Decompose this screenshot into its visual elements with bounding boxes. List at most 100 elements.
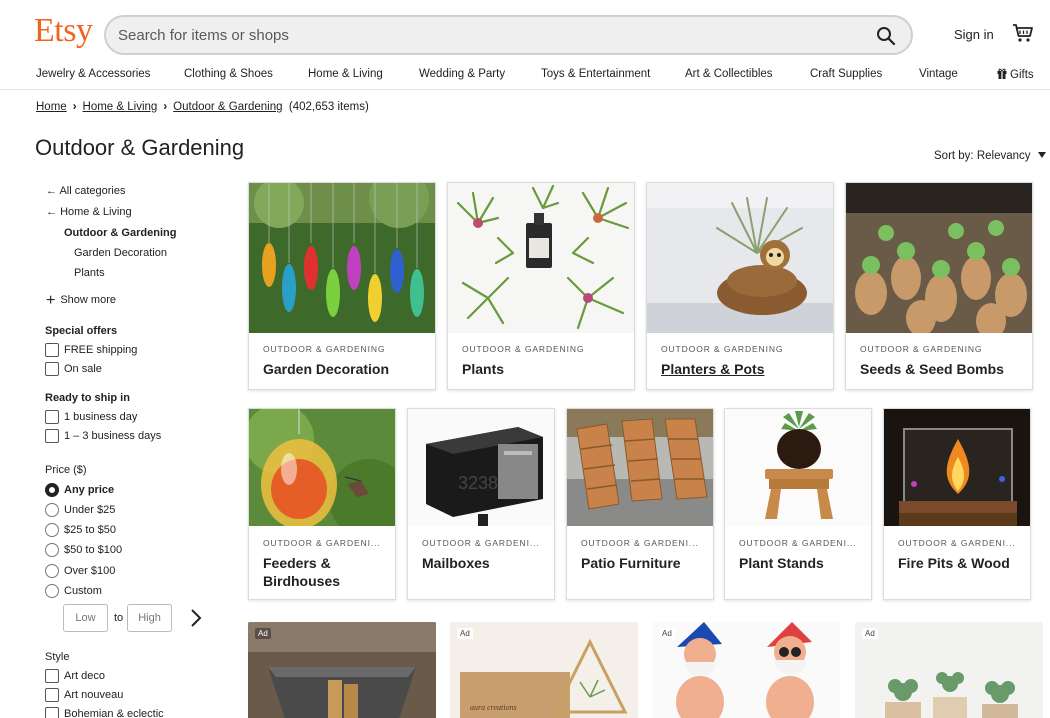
50-100-radio[interactable] xyxy=(45,543,59,557)
one-three-days-label: 1 – 3 business days xyxy=(64,430,162,442)
nav-item-clothing[interactable]: Clothing & Shoes xyxy=(184,68,273,80)
ad-badge: Ad xyxy=(659,628,675,639)
ad-card-terrarium[interactable]: aura creations Ad xyxy=(450,622,638,718)
card-title: Mailboxes xyxy=(422,555,490,571)
card-category-label: OUTDOOR & GARDENING xyxy=(462,344,585,354)
card-title: Garden Decoration xyxy=(263,361,390,377)
price-low-input[interactable] xyxy=(63,604,108,632)
card-title: Patio Furniture xyxy=(581,555,681,571)
ad-succulents-image xyxy=(855,622,1043,718)
nav-item-wedding[interactable]: Wedding & Party xyxy=(419,68,505,80)
mailboxes-image: 3238 xyxy=(408,409,554,526)
under-25-label: Under $25 xyxy=(64,504,116,516)
nav-item-toys[interactable]: Toys & Entertainment xyxy=(541,68,650,80)
plant-stands-image xyxy=(725,409,871,526)
card-title: Plant Stands xyxy=(739,555,824,571)
category-card-patio-furniture[interactable]: OUTDOOR & GARDENI... Patio Furniture xyxy=(566,408,714,600)
category-card-fire-pits[interactable]: OUTDOOR & GARDENI... Fire Pits & Wood xyxy=(883,408,1031,600)
nav-item-home-living[interactable]: Home & Living xyxy=(308,68,383,80)
gift-icon xyxy=(997,68,1007,79)
nav-item-craft[interactable]: Craft Supplies xyxy=(810,68,882,80)
bohemian-label: Bohemian & eclectic xyxy=(64,708,164,718)
breadcrumb-home[interactable]: Home xyxy=(36,101,67,113)
show-more-label: Show more xyxy=(60,294,116,306)
plants-image xyxy=(448,183,634,333)
category-card-feeders[interactable]: OUTDOOR & GARDENI... Feeders & Birdhouse… xyxy=(248,408,396,600)
item-count: (402,653 items) xyxy=(288,101,369,113)
seeds-image xyxy=(846,183,1032,333)
breadcrumb-outdoor[interactable]: Outdoor & Gardening xyxy=(173,101,282,113)
category-card-seeds[interactable]: OUTDOOR & GARDENING Seeds & Seed Bombs xyxy=(845,182,1033,390)
category-card-plant-stands[interactable]: OUTDOOR & GARDENI... Plant Stands xyxy=(724,408,872,600)
special-offers-heading: Special offers xyxy=(45,325,118,337)
card-title: Plants xyxy=(462,361,505,377)
patio-furniture-image xyxy=(567,409,713,526)
breadcrumb-separator: › xyxy=(72,101,77,113)
cart-icon xyxy=(1013,24,1033,42)
home-living-label: Home & Living xyxy=(60,206,132,218)
free-shipping-checkbox[interactable] xyxy=(45,343,59,357)
category-card-garden-decoration[interactable]: OUTDOOR & GARDENING Garden Decoration xyxy=(248,182,436,390)
ad-badge: Ad xyxy=(457,628,473,639)
price-submit-button[interactable] xyxy=(189,608,203,633)
show-more-button[interactable]: + Show more xyxy=(46,292,116,310)
under-25-radio[interactable] xyxy=(45,503,59,517)
card-title: Feeders & Birdhouses xyxy=(263,555,341,589)
25-50-label: $25 to $50 xyxy=(64,524,116,536)
art-deco-checkbox[interactable] xyxy=(45,669,59,683)
one-three-days-checkbox[interactable] xyxy=(45,429,59,443)
nav-item-vintage[interactable]: Vintage xyxy=(919,68,958,80)
chevron-right-icon xyxy=(191,609,202,627)
subcategory-garden-decoration[interactable]: Garden Decoration xyxy=(74,247,167,259)
all-categories-label: All categories xyxy=(59,185,126,197)
site-header: Etsy Sign in xyxy=(0,0,1050,62)
one-day-label: 1 business day xyxy=(64,411,138,423)
price-heading: Price ($) xyxy=(45,464,87,476)
current-category: Outdoor & Gardening xyxy=(64,227,177,239)
sort-label: Sort by: Relevancy xyxy=(934,150,1031,162)
ad-card-gnomes[interactable]: Ad xyxy=(652,622,840,718)
one-day-checkbox[interactable] xyxy=(45,410,59,424)
search-button[interactable] xyxy=(873,23,899,49)
cart-button[interactable] xyxy=(1012,22,1034,49)
all-categories-link[interactable]: ← All categories xyxy=(46,185,126,197)
bohemian-checkbox[interactable] xyxy=(45,707,59,718)
category-card-mailboxes[interactable]: 3238 OUTDOOR & GARDENI... Mailboxes xyxy=(407,408,555,600)
custom-price-radio[interactable] xyxy=(45,584,59,598)
art-deco-label: Art deco xyxy=(64,670,105,682)
ad-terrarium-image: aura creations xyxy=(450,622,638,718)
card-category-label: OUTDOOR & GARDENI... xyxy=(263,538,381,548)
sort-dropdown[interactable]: Sort by: Relevancy xyxy=(934,150,1046,162)
card-title: Fire Pits & Wood xyxy=(898,555,1010,571)
card-category-label: OUTDOOR & GARDENING xyxy=(860,344,983,354)
on-sale-label: On sale xyxy=(64,363,102,375)
home-living-link[interactable]: ← Home & Living xyxy=(46,206,132,218)
any-price-label: Any price xyxy=(64,484,115,496)
planters-pots-image xyxy=(647,183,833,333)
ad-badge: Ad xyxy=(862,628,878,639)
any-price-radio[interactable] xyxy=(45,483,59,497)
nav-item-gifts[interactable]: Gifts xyxy=(997,68,1034,81)
breadcrumb-separator: › xyxy=(163,101,168,113)
nav-item-jewelry[interactable]: Jewelry & Accessories xyxy=(36,68,150,80)
price-high-input[interactable] xyxy=(127,604,172,632)
ready-to-ship-heading: Ready to ship in xyxy=(45,392,130,404)
over-100-radio[interactable] xyxy=(45,564,59,578)
25-50-radio[interactable] xyxy=(45,523,59,537)
category-card-plants[interactable]: OUTDOOR & GARDENING Plants xyxy=(447,182,635,390)
page-title: Outdoor & Gardening xyxy=(35,135,245,160)
fire-pits-image xyxy=(884,409,1030,526)
price-to-label: to xyxy=(114,612,124,624)
etsy-logo[interactable]: Etsy xyxy=(34,12,93,50)
ad-card-succulents[interactable]: Ad xyxy=(855,622,1043,718)
nav-item-art[interactable]: Art & Collectibles xyxy=(685,68,773,80)
sign-in-link[interactable]: Sign in xyxy=(954,27,994,42)
category-nav: Jewelry & Accessories Clothing & Shoes H… xyxy=(0,62,1050,90)
search-input[interactable] xyxy=(118,25,818,45)
subcategory-plants[interactable]: Plants xyxy=(74,267,105,279)
art-nouveau-checkbox[interactable] xyxy=(45,688,59,702)
category-card-planters-pots[interactable]: OUTDOOR & GARDENING Planters & Pots xyxy=(646,182,834,390)
ad-card-fire-pit[interactable]: Ad xyxy=(248,622,436,718)
on-sale-checkbox[interactable] xyxy=(45,362,59,376)
breadcrumb-home-living[interactable]: Home & Living xyxy=(83,101,158,113)
